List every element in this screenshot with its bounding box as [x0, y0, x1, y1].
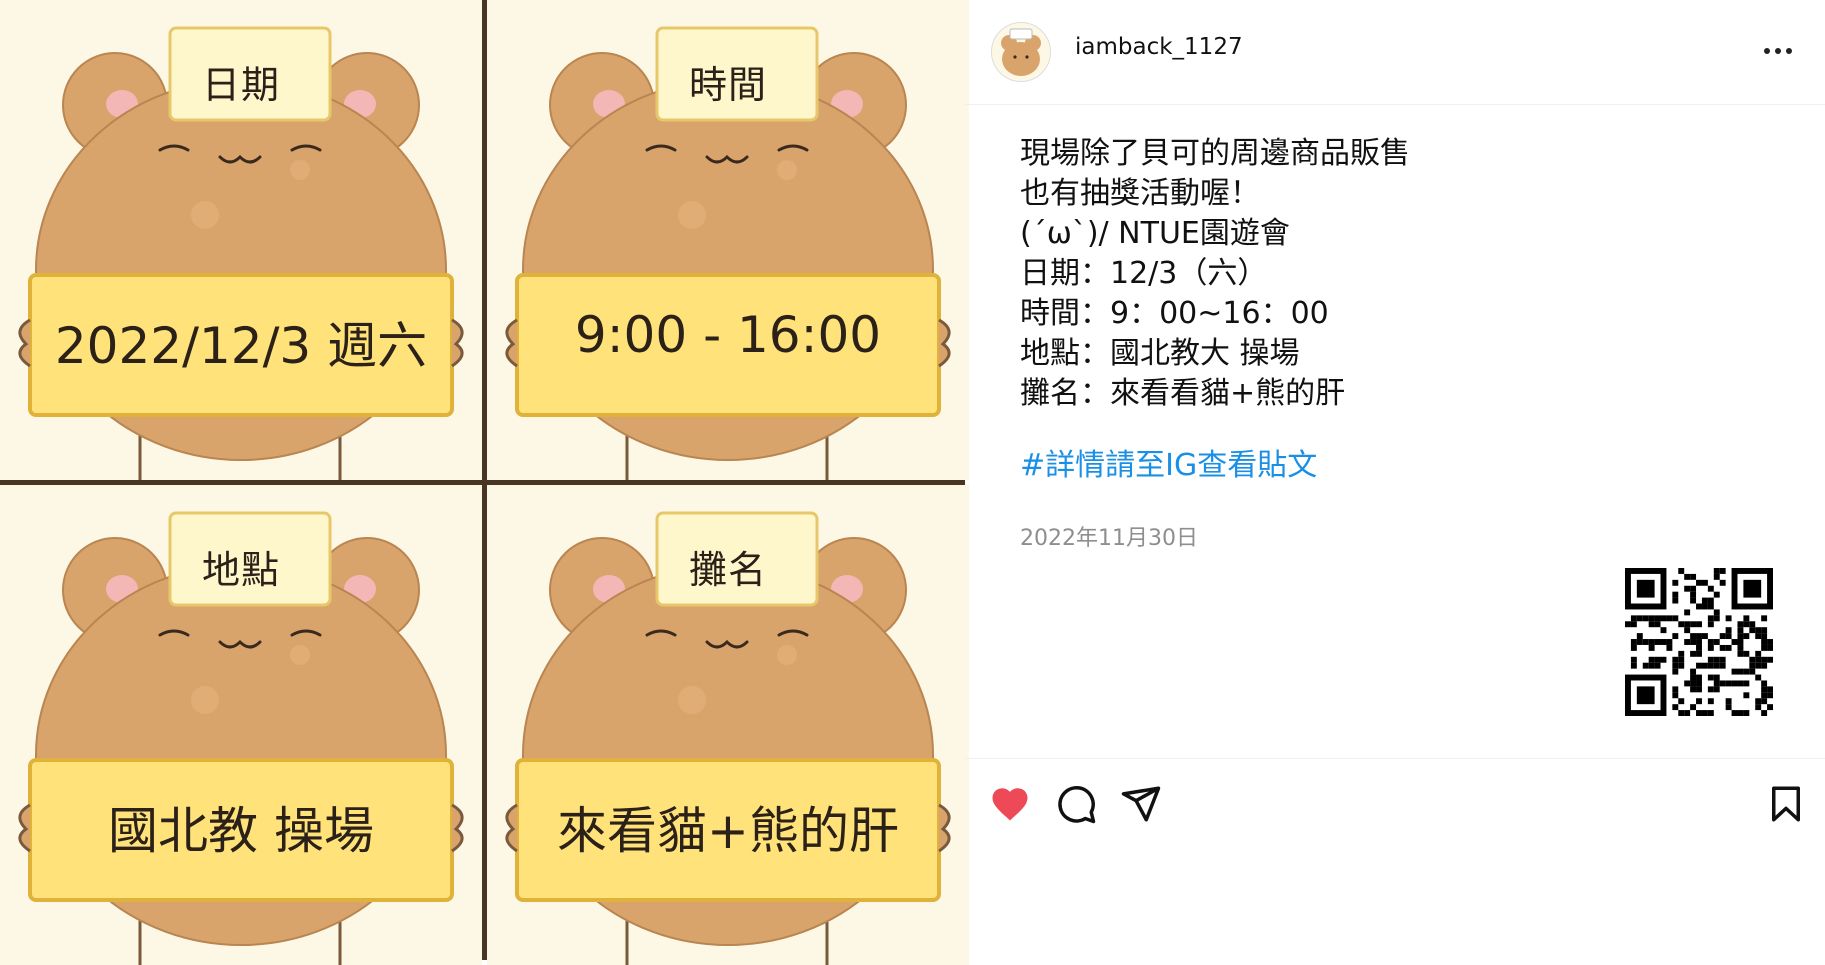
- bookmark-icon[interactable]: [1765, 783, 1807, 825]
- post-header: iamback_1127: [965, 0, 1825, 105]
- panel-sign-label: 國北教 操場: [108, 802, 374, 860]
- caption-line: 攤名：來看看貓+熊的肝: [1020, 376, 1346, 411]
- panel-date: 日期 2022/12/3 週六: [0, 0, 482, 480]
- panel-location: 地點 國北教 操場: [0, 485, 482, 965]
- ellipsis-icon[interactable]: [1761, 36, 1795, 66]
- hashtag-link[interactable]: #詳情請至IG查看貼文: [1020, 440, 1317, 484]
- post-details: iamback_1127 現場除了貝可的周邊商品販售 也有抽獎活動喔！ (´ω`…: [965, 0, 1825, 960]
- send-icon[interactable]: [1120, 783, 1162, 825]
- panel-tag-label: 日期: [201, 63, 280, 107]
- panel-sign-label: 2022/12/3 週六: [54, 317, 428, 375]
- post-date: 2022年11月30日: [1020, 526, 1198, 551]
- panel-tag-label: 時間: [688, 63, 767, 107]
- caption-line: (´ω`)/ NTUE園遊會: [1020, 216, 1290, 251]
- post-image[interactable]: 日期 2022/12/3 週六 時間 9:00 - 16:00 地點 國北教 操…: [0, 0, 969, 965]
- post-caption: 現場除了貝可的周邊商品販售 也有抽獎活動喔！ (´ω`)/ NTUE園遊會 日期…: [1020, 134, 1720, 414]
- qr-code: [1625, 568, 1773, 716]
- heart-icon[interactable]: [989, 783, 1031, 825]
- panel-tag-label: 攤名: [688, 548, 767, 592]
- caption-line: 時間：9：00~16：00: [1020, 296, 1329, 331]
- panel-sign-label: 來看貓+熊的肝: [557, 802, 899, 860]
- panel-time: 時間 9:00 - 16:00: [487, 0, 969, 480]
- caption-line: 日期：12/3（六）: [1020, 256, 1268, 291]
- caption-line: 也有抽獎活動喔！: [1020, 176, 1260, 211]
- caption-line: 現場除了貝可的周邊商品販售: [1020, 136, 1410, 171]
- panel-tag-label: 地點: [201, 548, 280, 592]
- caption-line: 地點：國北教大 操場: [1020, 336, 1300, 371]
- comment-icon[interactable]: [1055, 783, 1097, 825]
- bear-avatar-icon[interactable]: [991, 22, 1051, 82]
- panel-sign-label: 9:00 - 16:00: [574, 306, 882, 364]
- username-link[interactable]: iamback_1127: [1075, 34, 1243, 60]
- panel-stall: 攤名來看貓+熊的肝: [487, 485, 969, 965]
- action-bar: [965, 758, 1825, 849]
